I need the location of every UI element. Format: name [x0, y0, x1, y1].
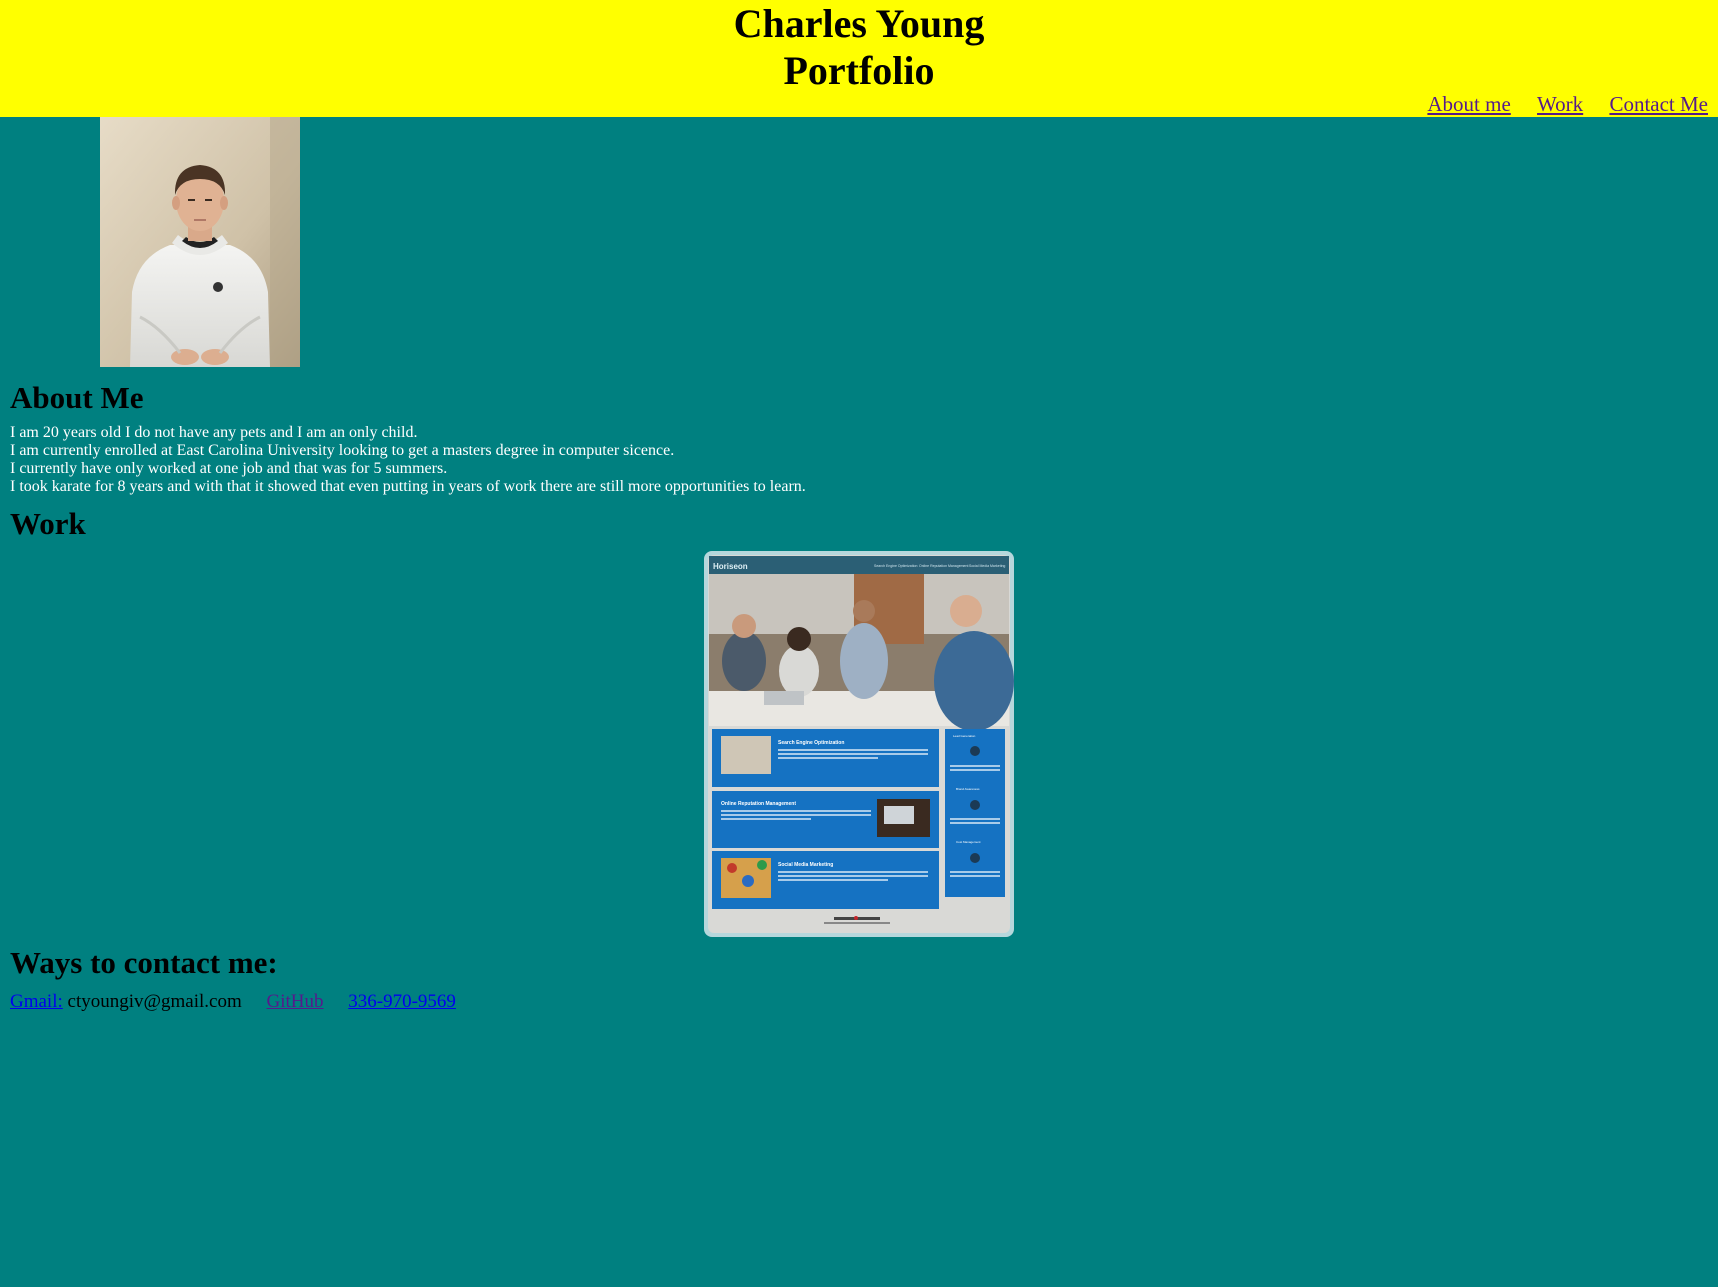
project-sidebar-3: Cost Management — [956, 840, 981, 844]
contact-heading: Ways to contact me: — [10, 945, 278, 980]
project-nav-2: Online Reputation Management — [919, 564, 968, 568]
profile-photo — [100, 117, 300, 367]
project-sidebar-2: Brand Awareness — [956, 787, 980, 791]
about-line: I took karate for 8 years and with that … — [10, 478, 806, 495]
title-line-portfolio: Portfolio — [783, 48, 935, 93]
about-line: I am 20 years old I do not have any pets… — [10, 424, 418, 441]
title-line-name: Charles Young — [733, 1, 985, 46]
work-heading: Work — [10, 506, 86, 541]
site-title: Charles Young Portfolio — [0, 0, 1718, 94]
site-header: Charles Young Portfolio About me Work Co… — [0, 0, 1718, 117]
about-line: I am currently enrolled at East Carolina… — [10, 442, 675, 459]
about-text: I am 20 years old I do not have any pets… — [10, 424, 806, 496]
contact-links: Gmail: ctyoungiv@gmail.com GitHub 336-97… — [10, 990, 456, 1013]
project-section-1: Search Engine Optimization — [778, 740, 844, 746]
project-sidebar-1: Lead Generation — [953, 734, 976, 738]
gmail-link[interactable]: Gmail: — [10, 991, 63, 1012]
main-nav: About me Work Contact Me — [1406, 92, 1708, 117]
nav-link-contact[interactable]: Contact Me — [1609, 92, 1708, 116]
project-section-2: Online Reputation Management — [721, 801, 796, 807]
project-nav-3: Social Media Marketing — [969, 564, 1005, 568]
about-heading: About Me — [10, 380, 144, 415]
project-brand: Horiseon — [713, 562, 748, 571]
email-address: ctyoungiv@gmail.com — [67, 991, 242, 1012]
nav-link-work[interactable]: Work — [1537, 92, 1583, 116]
nav-link-about[interactable]: About me — [1427, 92, 1510, 116]
phone-link[interactable]: 336-970-9569 — [348, 991, 456, 1012]
about-line: I currently have only worked at one job … — [10, 460, 448, 477]
github-link[interactable]: GitHub — [267, 991, 324, 1012]
project-preview-image: Horiseon Search Engine Optimization Onli… — [704, 551, 1014, 937]
work-project-screenshot[interactable]: Horiseon Search Engine Optimization Onli… — [704, 551, 1014, 937]
project-section-3: Social Media Marketing — [778, 862, 833, 868]
project-nav-1: Search Engine Optimization — [874, 564, 917, 568]
profile-photo-image — [100, 117, 300, 367]
